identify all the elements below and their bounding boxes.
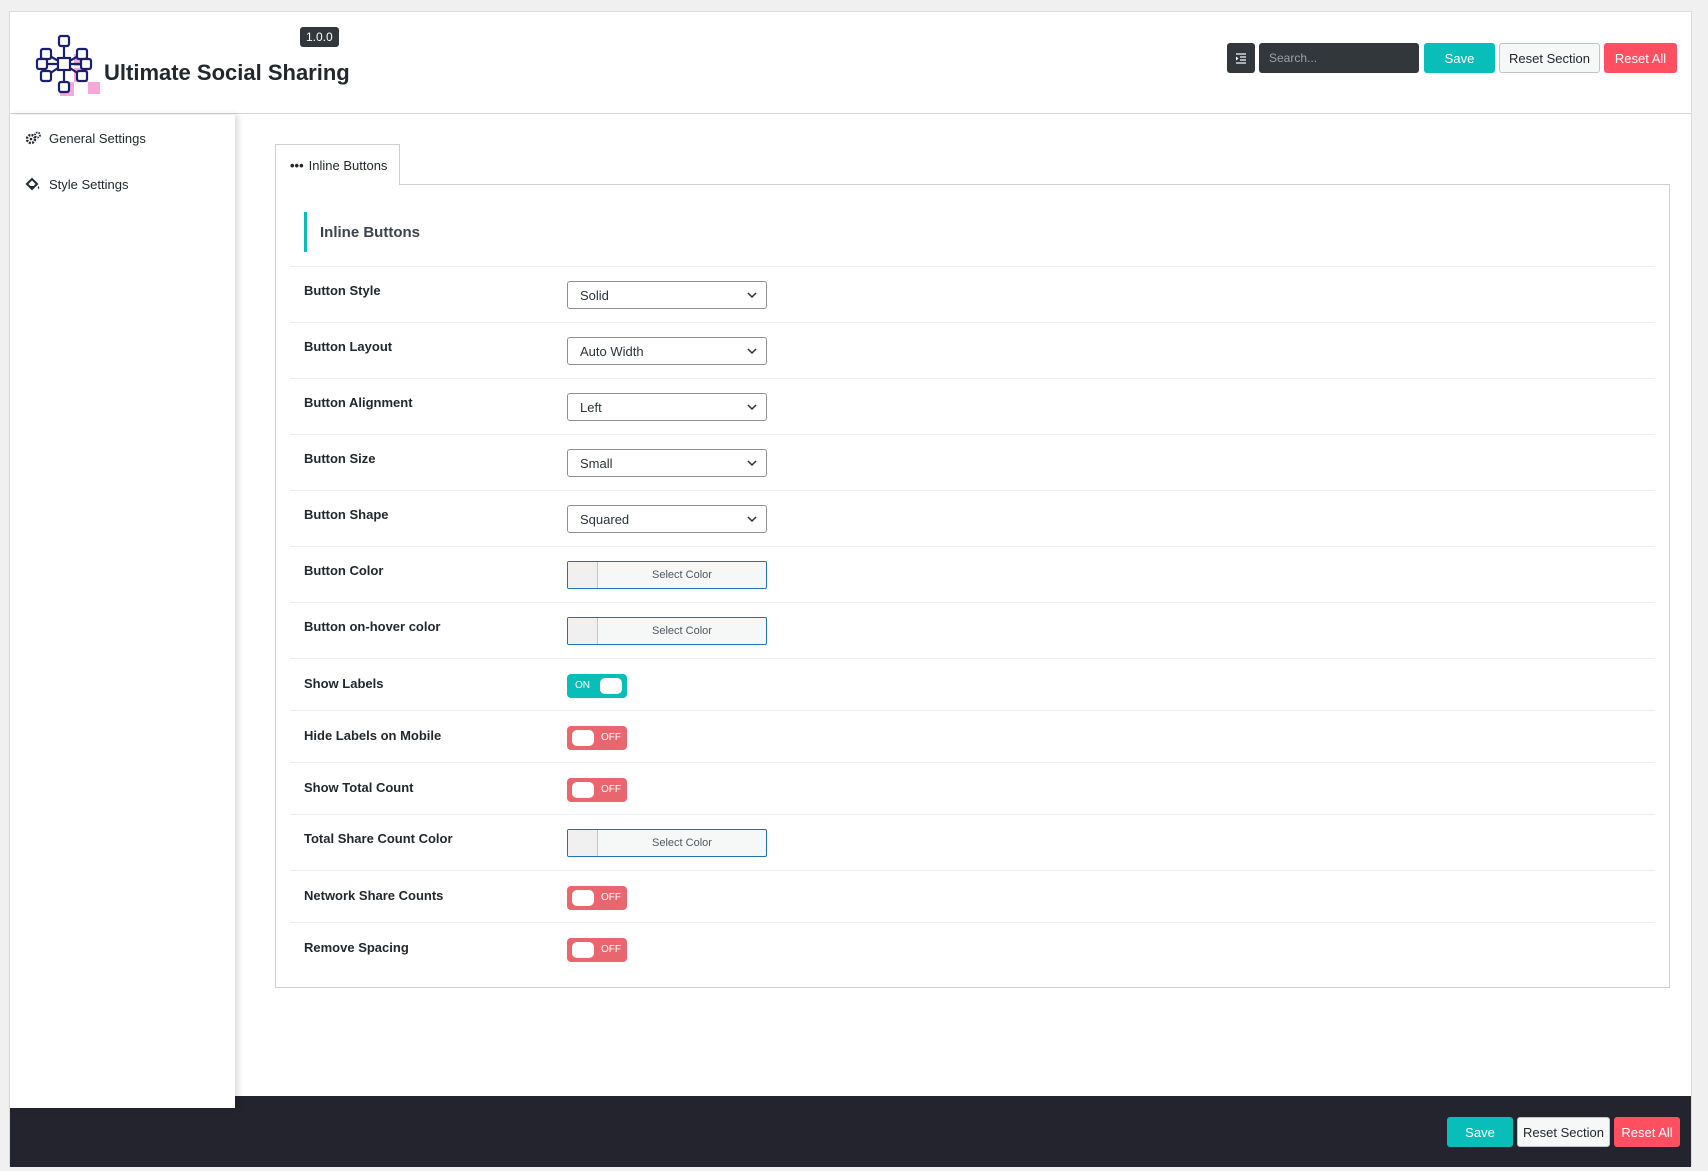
save-button[interactable]: Save: [1424, 43, 1495, 73]
select-value: Squared: [580, 511, 630, 527]
color-swatch: [568, 562, 598, 588]
field-row-button-alignment: Button Alignment Left: [290, 378, 1655, 434]
sidebar: General Settings Style Settings: [10, 115, 235, 1108]
chevron-down-icon: [747, 292, 757, 299]
select-color-label: Select Color: [652, 625, 712, 637]
field-label: Remove Spacing: [304, 940, 409, 955]
select-color-label: Select Color: [652, 569, 712, 581]
footer-actions: Save Reset Section Reset All: [1446, 1117, 1680, 1147]
footer-reset-all-button[interactable]: Reset All: [1614, 1117, 1680, 1147]
sidebar-item-general-settings[interactable]: General Settings: [10, 115, 235, 161]
sidebar-item-label: General Settings: [49, 130, 146, 146]
field-row-hide-labels-mobile: Hide Labels on Mobile OFF: [290, 710, 1655, 762]
tab-label: Inline Buttons: [308, 157, 388, 173]
button-alignment-select[interactable]: Left: [567, 393, 767, 421]
button-layout-select[interactable]: Auto Width: [567, 337, 767, 365]
select-value: Left: [580, 399, 602, 415]
app-title: Ultimate Social Sharing: [104, 60, 350, 85]
version-badge: 1.0.0: [300, 27, 339, 47]
field-label: Hide Labels on Mobile: [304, 728, 442, 743]
toggle-knob: [572, 782, 594, 798]
toggle-knob: [600, 678, 622, 694]
field-label: Button Size: [304, 451, 376, 466]
hide-labels-mobile-toggle[interactable]: OFF: [567, 726, 627, 750]
button-size-select[interactable]: Small: [567, 449, 767, 477]
toggle-state: OFF: [601, 784, 621, 795]
show-total-count-toggle[interactable]: OFF: [567, 778, 627, 802]
settings-rows: Button Style Solid Button Layout Auto Wi…: [290, 266, 1655, 974]
settings-panel: Inline Buttons Button Style Solid Button…: [275, 184, 1670, 988]
chevron-down-icon: [747, 516, 757, 523]
chevron-down-icon: [747, 460, 757, 467]
field-label: Button Layout: [304, 339, 393, 354]
color-swatch: [568, 830, 598, 856]
gears-icon: [24, 130, 42, 146]
toggle-state: OFF: [601, 732, 621, 743]
select-value: Solid: [580, 287, 609, 303]
field-label: Network Share Counts: [304, 888, 444, 903]
reset-section-button[interactable]: Reset Section: [1499, 43, 1600, 73]
field-label: Button on-hover color: [304, 619, 441, 634]
field-row-button-shape: Button Shape Squared: [290, 490, 1655, 546]
show-labels-toggle[interactable]: ON: [567, 674, 627, 698]
sidebar-item-style-settings[interactable]: Style Settings: [10, 161, 235, 207]
button-shape-select[interactable]: Squared: [567, 505, 767, 533]
field-row-button-layout: Button Layout Auto Width: [290, 322, 1655, 378]
footer-save-button[interactable]: Save: [1447, 1117, 1513, 1147]
field-row-button-size: Button Size Small: [290, 434, 1655, 490]
menu-toggle-button[interactable]: [1227, 43, 1255, 73]
field-label: Button Alignment: [304, 395, 413, 410]
total-share-count-color-picker[interactable]: Select Color: [567, 829, 767, 857]
toggle-state: ON: [575, 680, 590, 691]
chevron-down-icon: [747, 348, 757, 355]
section-title: Inline Buttons: [304, 212, 420, 252]
button-color-picker[interactable]: Select Color: [567, 561, 767, 589]
field-row-total-share-count-color: Total Share Count Color Select Color: [290, 814, 1655, 870]
reset-all-button[interactable]: Reset All: [1604, 43, 1677, 73]
field-row-show-labels: Show Labels ON: [290, 658, 1655, 710]
collapse-menu-icon: [1236, 53, 1246, 64]
field-row-network-share-counts: Network Share Counts OFF: [290, 870, 1655, 922]
field-label: Show Labels: [304, 676, 384, 691]
field-label: Total Share Count Color: [304, 831, 453, 846]
toggle-state: OFF: [601, 944, 621, 955]
field-row-remove-spacing: Remove Spacing OFF: [290, 922, 1655, 974]
select-value: Small: [580, 455, 613, 471]
main-content: ••• Inline Buttons Inline Buttons Button…: [235, 115, 1691, 1108]
toggle-state: OFF: [601, 892, 621, 903]
tab-inline-buttons[interactable]: ••• Inline Buttons: [275, 144, 400, 185]
settings-frame: Ultimate Social Sharing 1.0.0 Save Reset…: [9, 11, 1692, 1167]
header: Ultimate Social Sharing 1.0.0 Save Reset…: [10, 12, 1691, 114]
search-input[interactable]: [1259, 43, 1419, 73]
toggle-knob: [572, 730, 594, 746]
network-share-counts-toggle[interactable]: OFF: [567, 886, 627, 910]
network-logo-icon: [35, 34, 100, 96]
field-row-button-style: Button Style Solid: [290, 266, 1655, 322]
field-row-show-total-count: Show Total Count OFF: [290, 762, 1655, 814]
chevron-down-icon: [747, 404, 757, 411]
field-row-button-color: Button Color Select Color: [290, 546, 1655, 602]
field-label: Button Color: [304, 563, 384, 578]
toggle-knob: [572, 942, 594, 958]
select-value: Auto Width: [580, 343, 644, 359]
field-label: Button Shape: [304, 507, 389, 522]
sidebar-item-label: Style Settings: [49, 176, 129, 192]
field-label: Button Style: [304, 283, 381, 298]
paint-bucket-icon: [24, 176, 42, 192]
footer-bar: Save Reset Section Reset All: [10, 1096, 1691, 1167]
button-style-select[interactable]: Solid: [567, 281, 767, 309]
remove-spacing-toggle[interactable]: OFF: [567, 938, 627, 962]
button-hover-color-picker[interactable]: Select Color: [567, 617, 767, 645]
field-label: Show Total Count: [304, 780, 414, 795]
select-color-label: Select Color: [652, 837, 712, 849]
ellipsis-icon: •••: [290, 157, 304, 173]
footer-reset-section-button[interactable]: Reset Section: [1517, 1117, 1610, 1147]
color-swatch: [568, 618, 598, 644]
field-row-button-hover-color: Button on-hover color Select Color: [290, 602, 1655, 658]
toggle-knob: [572, 890, 594, 906]
header-actions: Save Reset Section Reset All: [1227, 43, 1677, 73]
